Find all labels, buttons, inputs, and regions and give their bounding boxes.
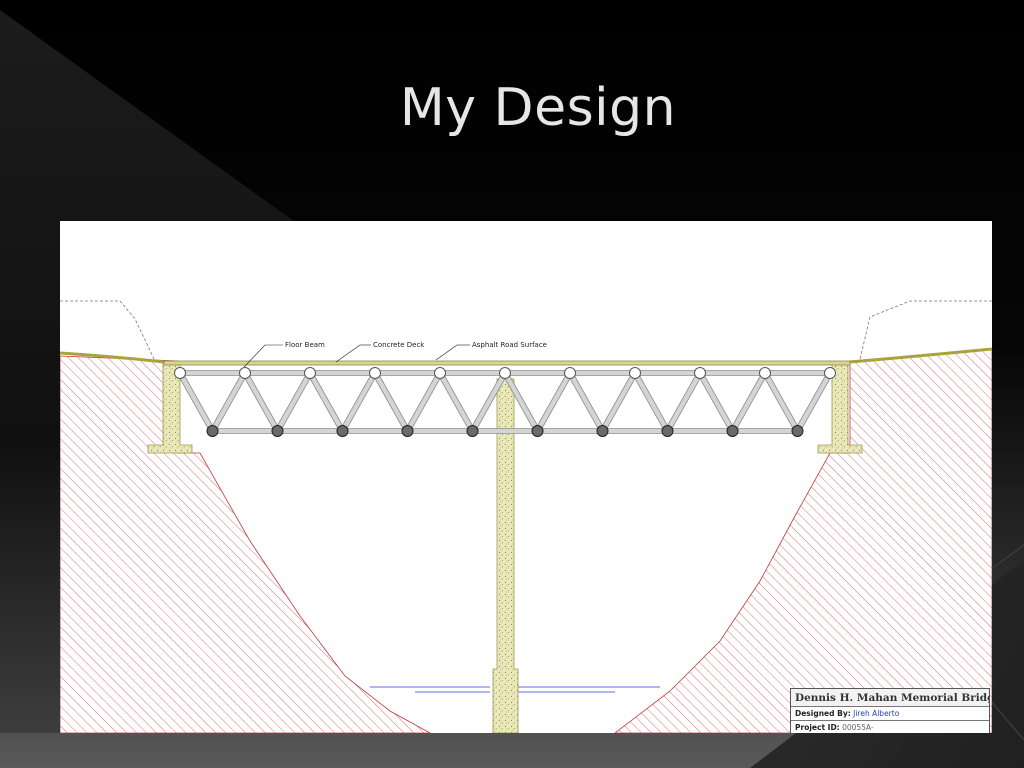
truss-diagonal — [730, 370, 768, 434]
bridge-name: Dennis H. Mahan Memorial Bridge — [791, 689, 989, 707]
slide-title: My Design — [399, 78, 677, 138]
truss-diagonal — [177, 370, 215, 434]
truss-diagonal — [795, 370, 833, 434]
concrete-deck — [163, 360, 851, 366]
truss-bottom-joint — [206, 425, 219, 437]
truss-diagonal — [275, 370, 313, 434]
truss-diagonal — [762, 370, 800, 434]
callout-asphalt-road-surface-label: Asphalt Road Surface — [472, 341, 547, 349]
truss-diagonal — [372, 370, 410, 434]
truss-top-joint — [824, 367, 836, 379]
drawing-title-block: Dennis H. Mahan Memorial Bridge Designed… — [790, 688, 990, 733]
truss-bottom-joint — [726, 425, 739, 437]
truss-diagonal — [340, 370, 378, 434]
designed-by-label: Designed By: — [795, 709, 851, 718]
truss-bottom-joint — [661, 425, 674, 437]
truss-diagonal — [600, 370, 638, 434]
truss-diagonal — [665, 370, 703, 434]
truss-diagonal — [437, 370, 475, 434]
project-id-row: Project ID: 00055A- — [791, 721, 989, 733]
callout-floor-beam-label: Floor Beam — [285, 341, 325, 349]
right-bank-soil — [614, 348, 992, 733]
truss-diagonal — [697, 370, 735, 434]
truss-top-joint — [174, 367, 186, 379]
truss-bottom-joint — [401, 425, 414, 437]
bridge-elevation-svg: Floor Beam Concrete Deck Asphalt Road Su… — [60, 300, 992, 733]
truss-diagonal — [405, 370, 443, 434]
truss-top-joint — [759, 367, 771, 379]
callout-concrete-deck-label: Concrete Deck — [373, 341, 425, 349]
truss-diagonal — [307, 370, 345, 434]
truss-top-joint — [694, 367, 706, 379]
callout-concrete-deck: Concrete Deck — [335, 341, 425, 363]
truss-bottom-joint — [336, 425, 349, 437]
truss-bottom-joint — [531, 425, 544, 437]
truss-top-joint — [369, 367, 381, 379]
designed-by-value: Jireh Alberto — [853, 709, 900, 718]
truss-bottom-joint — [271, 425, 284, 437]
truss-top-joint — [434, 367, 446, 379]
project-id-label: Project ID: — [795, 723, 840, 732]
designed-by-row: Designed By: Jireh Alberto — [791, 707, 989, 721]
left-bank-soil — [60, 355, 431, 733]
truss-bottom-joint — [596, 425, 609, 437]
original-ground-left — [60, 300, 156, 362]
truss-top-joint — [499, 367, 511, 379]
truss-bottom-joint — [466, 425, 479, 437]
truss-top-joint — [304, 367, 316, 379]
truss-diagonal — [242, 370, 280, 434]
project-id-value: 00055A- — [842, 723, 874, 732]
callout-asphalt-road-surface: Asphalt Road Surface — [435, 341, 547, 361]
truss-diagonal — [210, 370, 248, 434]
truss-top-joint — [629, 367, 641, 379]
bridge-design-drawing: Floor Beam Concrete Deck Asphalt Road Su… — [60, 221, 992, 733]
truss-top-joint — [564, 367, 576, 379]
truss-diagonal — [535, 370, 573, 434]
truss-bottom-joint — [791, 425, 804, 437]
truss-top-joint — [239, 367, 251, 379]
truss-diagonal — [632, 370, 670, 434]
truss-diagonal — [567, 370, 605, 434]
